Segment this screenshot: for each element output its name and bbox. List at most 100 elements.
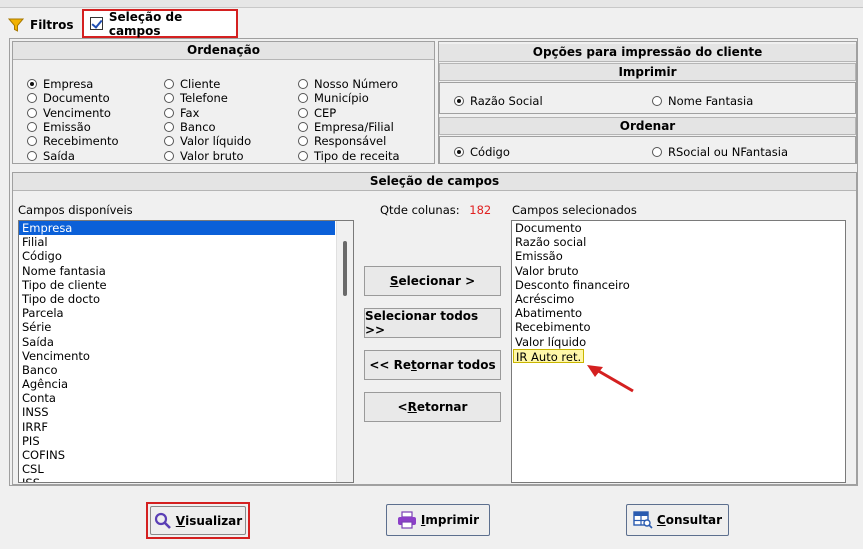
list-item[interactable]: Emissão <box>512 249 845 263</box>
list-item[interactable]: Desconto financeiro <box>512 278 845 292</box>
radio-circle <box>164 121 174 132</box>
btn-text-post: mprimir <box>425 513 480 527</box>
radio-codigo[interactable]: Código <box>454 145 510 159</box>
tab-selecao-label: Seleção de campos <box>108 9 183 38</box>
radio-circle <box>164 150 174 161</box>
list-item[interactable]: Nome fantasia <box>19 264 335 278</box>
list-item[interactable]: Recebimento <box>512 320 845 334</box>
list-item[interactable]: Acréscimo <box>512 292 845 306</box>
ordenar-box: Código RSocial ou NFantasia <box>439 136 856 164</box>
list-item[interactable]: Parcela <box>19 306 335 320</box>
radio-circle <box>164 136 174 147</box>
radio-label: Banco <box>180 119 216 134</box>
radio-label: Nosso Número <box>314 77 398 91</box>
btn-text-mnemonic: S <box>389 274 399 288</box>
radio-ordenacao-1-0[interactable]: Cliente <box>164 77 220 91</box>
list-item[interactable]: Filial <box>19 235 335 249</box>
radio-circle <box>298 93 308 104</box>
list-item[interactable]: Razão social <box>512 235 845 249</box>
radio-label: Tipo de receita <box>314 148 400 163</box>
list-item[interactable]: Banco <box>19 363 335 377</box>
list-item[interactable]: Código <box>19 249 335 263</box>
radio-ordenacao-0-4[interactable]: Recebimento <box>27 134 119 148</box>
selecionados-listbox[interactable]: Documento Razão social Emissão Valor bruto D… <box>511 220 846 483</box>
radio-ordenacao-1-2[interactable]: Fax <box>164 106 199 120</box>
radio-razao-social[interactable]: Razão Social <box>454 94 543 108</box>
list-item[interactable]: Documento <box>512 221 845 235</box>
scrollbar[interactable] <box>336 221 353 482</box>
list-item[interactable]: Saída <box>19 335 335 349</box>
radio-ordenacao-0-1[interactable]: Documento <box>27 91 110 105</box>
radio-nome-fantasia[interactable]: Nome Fantasia <box>652 94 753 108</box>
radio-ordenacao-2-3[interactable]: Empresa/Filial <box>298 120 394 134</box>
radio-ordenacao-1-5[interactable]: Valor bruto <box>164 149 244 163</box>
radio-circle <box>164 107 174 118</box>
radio-label: Recebimento <box>43 134 119 149</box>
radio-label: Razão Social <box>470 94 543 108</box>
radio-ordenacao-2-1[interactable]: Município <box>298 91 369 105</box>
radio-circle <box>298 150 308 161</box>
qtde-colunas-label: Qtde colunas: 182 <box>380 203 491 217</box>
selecionar-button[interactable]: Selecionar > <box>364 266 501 296</box>
list-item[interactable]: Vencimento <box>19 349 335 363</box>
radio-rsocial-nfantasia[interactable]: RSocial ou NFantasia <box>652 145 788 159</box>
list-item[interactable]: Agência <box>19 377 335 391</box>
radio-circle <box>164 79 174 89</box>
radio-ordenacao-2-4[interactable]: Responsável <box>298 134 386 148</box>
list-item[interactable]: Valor líquido <box>512 335 845 349</box>
radio-ordenacao-1-3[interactable]: Banco <box>164 120 216 134</box>
tab-selecao-campos[interactable]: Seleção de campos <box>82 9 238 38</box>
list-item[interactable]: IRRF <box>19 420 335 434</box>
radio-ordenacao-0-2[interactable]: Vencimento <box>27 106 111 120</box>
radio-ordenacao-1-1[interactable]: Telefone <box>164 91 228 105</box>
list-item[interactable]: Empresa <box>19 221 335 236</box>
list-item[interactable]: Série <box>19 320 335 334</box>
tab-filtros-label: Filtros <box>30 18 74 32</box>
list-item[interactable]: CSL <box>19 462 335 476</box>
imprimir-title: Imprimir <box>439 63 856 81</box>
list-item[interactable]: Conta <box>19 391 335 405</box>
opcoes-title: Opções para impressão do cliente <box>439 44 856 62</box>
imprimir-box: Razão Social Nome Fantasia <box>439 82 856 114</box>
radio-ordenacao-0-3[interactable]: Emissão <box>27 120 91 134</box>
list-item[interactable]: Tipo de cliente <box>19 278 335 292</box>
selecionar-todos-button[interactable]: Selecionar todos >> <box>364 308 501 338</box>
radio-ordenacao-0-0[interactable]: Empresa <box>27 77 93 91</box>
radio-label: Empresa/Filial <box>314 119 394 134</box>
list-item[interactable]: ISS <box>19 476 335 482</box>
btn-text-pre: < <box>397 400 408 414</box>
imprimir-button[interactable]: Imprimir <box>386 504 490 536</box>
list-item[interactable]: PIS <box>19 434 335 448</box>
tab-filtros[interactable]: Filtros <box>8 12 80 38</box>
radio-ordenacao-2-2[interactable]: CEP <box>298 106 336 120</box>
scroll-thumb[interactable] <box>343 241 347 296</box>
radio-ordenacao-0-5[interactable]: Saída <box>27 149 75 163</box>
radio-circle <box>27 150 37 161</box>
retornar-button[interactable]: < Retornar <box>364 392 501 422</box>
radio-circle <box>27 79 37 89</box>
list-item[interactable]: COFINS <box>19 448 335 462</box>
visualizar-button[interactable]: Visualizar <box>150 506 246 535</box>
radio-ordenacao-2-5[interactable]: Tipo de receita <box>298 149 400 163</box>
top-strip <box>0 0 863 8</box>
ordenar-title: Ordenar <box>439 117 856 135</box>
retornar-todos-button[interactable]: << Re t ornar todos <box>364 350 501 380</box>
disponiveis-label: Campos disponíveis <box>18 203 133 217</box>
list-item[interactable]: IR Auto ret. <box>512 348 845 364</box>
radio-label: Documento <box>43 91 110 106</box>
filter-icon <box>8 18 24 32</box>
btn-text-mnemonic: R <box>407 400 417 414</box>
highlighted-item-label: IR Auto ret. <box>513 348 585 364</box>
list-item[interactable]: Abatimento <box>512 306 845 320</box>
consultar-button[interactable]: Consultar <box>626 504 729 536</box>
list-item[interactable]: Tipo de docto <box>19 292 335 306</box>
disponiveis-listbox[interactable]: Empresa Filial Código Nome fantasia Tipo de … <box>18 220 354 483</box>
radio-ordenacao-2-0[interactable]: Nosso Número <box>298 77 398 91</box>
radio-circle <box>27 121 37 132</box>
radio-ordenacao-1-4[interactable]: Valor líquido <box>164 134 251 148</box>
selecao-group: Seleção de campos Campos disponíveis Emp… <box>12 172 857 485</box>
radio-label: Responsável <box>314 134 387 149</box>
list-item[interactable]: INSS <box>19 405 335 419</box>
opcoes-group: Opções para impressão do cliente Imprimi… <box>438 41 857 164</box>
list-item[interactable]: Valor bruto <box>512 264 845 278</box>
